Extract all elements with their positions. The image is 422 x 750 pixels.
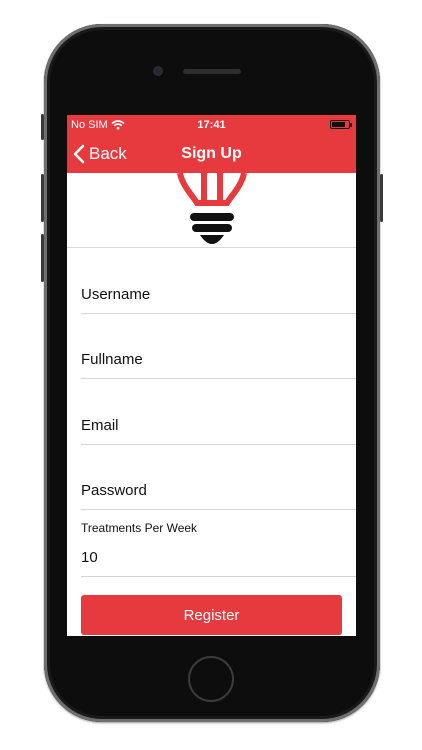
username-input[interactable]: [81, 276, 356, 313]
email-field[interactable]: [81, 407, 356, 445]
fullname-input[interactable]: [81, 341, 356, 378]
treatments-input[interactable]: [81, 539, 356, 576]
front-camera: [153, 66, 163, 76]
status-bar: No SIM 17:41: [67, 115, 356, 135]
password-input[interactable]: [81, 472, 356, 509]
treatments-label: Treatments Per Week: [81, 521, 198, 535]
lightbulb-logo: [177, 173, 247, 244]
password-field[interactable]: [81, 472, 356, 510]
battery-icon: [330, 120, 352, 129]
register-button[interactable]: Register: [81, 595, 342, 635]
battery-level: [332, 122, 345, 127]
app-screen: No SIM 17:41 Back Sign Up Username Fulln…: [67, 115, 356, 636]
power-button: [380, 174, 383, 222]
username-field[interactable]: [81, 276, 356, 314]
status-time: 17:41: [197, 119, 226, 131]
treatments-field[interactable]: [81, 539, 356, 577]
email-input[interactable]: [81, 407, 356, 444]
header-divider: [67, 247, 356, 248]
navigation-bar: Back Sign Up: [67, 135, 356, 173]
volume-down-button: [41, 234, 44, 282]
page-title: Sign Up: [181, 145, 242, 162]
home-button[interactable]: [188, 656, 234, 702]
mute-switch: [41, 114, 44, 140]
volume-up-button: [41, 174, 44, 222]
fullname-field[interactable]: [81, 341, 356, 379]
earpiece-speaker: [183, 69, 241, 74]
